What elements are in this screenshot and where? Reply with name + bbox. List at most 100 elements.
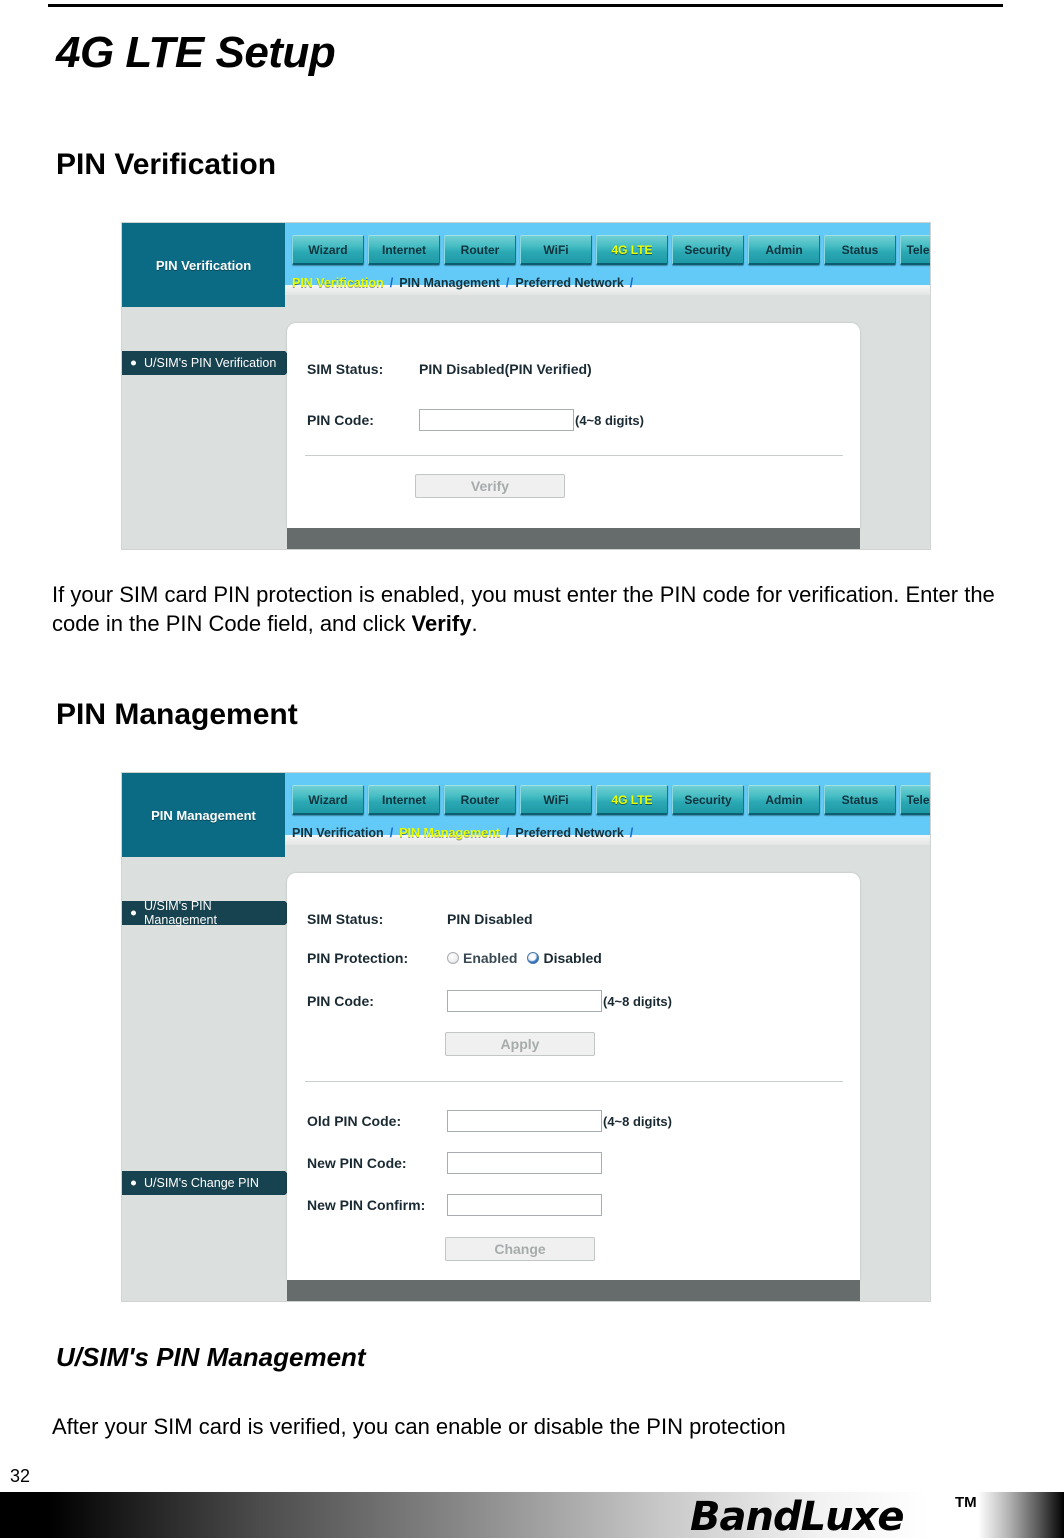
- radio-disabled-icon[interactable]: [527, 952, 540, 964]
- pin-code-hint: (4~8 digits): [575, 412, 644, 428]
- subnav-item-preferred-network[interactable]: Preferred Network: [515, 276, 623, 290]
- sim-status-row: SIM Status: PIN Disabled(PIN Verified): [307, 361, 592, 377]
- form-divider: [305, 1081, 843, 1082]
- section-heading-pin-verification: PIN Verification: [56, 148, 277, 181]
- bullet-icon: [131, 1180, 136, 1186]
- sim-status-label: SIM Status:: [307, 911, 384, 927]
- tab-admin[interactable]: Admin: [748, 235, 820, 265]
- document-page: 4G LTE Setup PIN Verification PIN Verifi…: [0, 0, 1064, 1540]
- subnav-item-preferred-network[interactable]: Preferred Network: [515, 826, 623, 840]
- tab-security[interactable]: Security: [672, 235, 744, 265]
- pin-code-row: PIN Code: (4~8 digits): [307, 990, 672, 1012]
- content-card: SIM Status: PIN Disabled PIN Protection:…: [287, 873, 860, 1280]
- pin-code-input[interactable]: [447, 990, 602, 1012]
- sidebar-item-usim-change-pin[interactable]: U/SIM's Change PIN: [122, 1171, 296, 1195]
- sim-status-row: SIM Status: PIN Disabled: [307, 911, 533, 927]
- router-ui-screenshot-pin-management: PIN Management Wizard Internet Router WiFi 4…: [121, 772, 931, 1302]
- pin-code-hint: (4~8 digits): [603, 993, 672, 1009]
- content-card: SIM Status: PIN Disabled(PIN Verified) P…: [287, 323, 860, 528]
- subnav-item-pin-verification[interactable]: PIN Verification: [292, 276, 384, 290]
- ui-page-title: PIN Verification: [155, 257, 252, 273]
- subnav-item-pin-management[interactable]: PIN Management: [399, 826, 500, 840]
- card-base-shadow: [287, 1280, 860, 1301]
- main-tab-bar[interactable]: Wizard Internet Router WiFi 4G LTE Security Ad…: [292, 235, 930, 265]
- radio-disabled-label: Disabled: [543, 950, 602, 966]
- tab-telephony[interactable]: Telephony: [900, 785, 930, 815]
- tab-security[interactable]: Security: [672, 785, 744, 815]
- sidebar: U/SIM's PIN Management U/SIM's Change PI…: [122, 857, 296, 1301]
- tab-4g-lte[interactable]: 4G LTE: [596, 235, 668, 265]
- radio-enabled-icon[interactable]: [447, 952, 459, 964]
- tab-label: Security: [684, 242, 732, 257]
- pin-code-input[interactable]: [419, 409, 574, 431]
- sidebar-item-usim-pin-verification[interactable]: U/SIM's PIN Verification: [122, 351, 296, 375]
- section-body-pin-verification: If your SIM card PIN protection is enabl…: [52, 580, 1012, 638]
- tab-label: Router: [460, 792, 500, 807]
- subnav-item-pin-management[interactable]: PIN Management: [399, 276, 500, 290]
- subnav-separator: /: [505, 826, 510, 840]
- old-pin-hint: (4~8 digits): [603, 1113, 672, 1129]
- radio-enabled-label: Enabled: [463, 950, 518, 966]
- tab-label: Security: [684, 792, 732, 807]
- new-pin-confirm-row: New PIN Confirm:: [307, 1194, 602, 1216]
- tab-internet[interactable]: Internet: [368, 785, 440, 815]
- tab-status[interactable]: Status: [824, 785, 896, 815]
- pin-protection-row: PIN Protection: Enabled Disabled: [307, 950, 602, 966]
- tab-label: Wizard: [308, 792, 348, 807]
- brand-logo: BandLuxe: [690, 1494, 904, 1540]
- tab-4g-lte[interactable]: 4G LTE: [596, 785, 668, 815]
- trademark-symbol: TM: [955, 1494, 977, 1511]
- pin-code-label: PIN Code:: [307, 993, 374, 1009]
- main-tab-bar[interactable]: Wizard Internet Router WiFi 4G LTE Security Ad…: [292, 785, 930, 815]
- sim-status-value: PIN Disabled: [447, 911, 533, 927]
- sidebar-item-label: U/SIM's PIN Verification: [144, 356, 277, 370]
- apply-button[interactable]: Apply: [445, 1032, 595, 1056]
- footer-gradient-bar-right: [978, 1492, 1064, 1538]
- tab-wifi[interactable]: WiFi: [520, 785, 592, 815]
- tab-wizard[interactable]: Wizard: [292, 235, 364, 265]
- tab-label: 4G LTE: [611, 242, 653, 257]
- sidebar-item-label: U/SIM's Change PIN: [144, 1176, 259, 1190]
- radio-disabled[interactable]: Disabled: [527, 950, 602, 966]
- ui-page-title-box: PIN Management: [122, 773, 285, 857]
- sub-nav-bar[interactable]: PIN Verification / PIN Management / Preferre…: [292, 271, 639, 295]
- old-pin-label: Old PIN Code:: [307, 1113, 402, 1129]
- change-button[interactable]: Change: [445, 1237, 595, 1261]
- tab-admin[interactable]: Admin: [748, 785, 820, 815]
- router-ui-screenshot-pin-verification: PIN Verification Wizard Internet Router WiF…: [121, 222, 931, 550]
- sub-nav-bar[interactable]: PIN Verification / PIN Management / Preferre…: [292, 821, 639, 845]
- new-pin-input[interactable]: [447, 1152, 602, 1174]
- tab-router[interactable]: Router: [444, 785, 516, 815]
- page-number: 32: [10, 1466, 31, 1486]
- tab-internet[interactable]: Internet: [368, 235, 440, 265]
- header-rule: [48, 4, 1003, 7]
- subnav-separator: /: [389, 276, 394, 290]
- tab-router[interactable]: Router: [444, 235, 516, 265]
- body-text-tail: .: [471, 611, 478, 636]
- new-pin-confirm-input[interactable]: [447, 1194, 602, 1216]
- tab-status[interactable]: Status: [824, 235, 896, 265]
- tab-label: WiFi: [543, 792, 569, 807]
- tab-wizard[interactable]: Wizard: [292, 785, 364, 815]
- sidebar-item-usim-pin-management[interactable]: U/SIM's PIN Management: [122, 899, 296, 927]
- tab-label: 4G LTE: [611, 792, 653, 807]
- tab-label: Status: [841, 242, 879, 257]
- subsection-heading-usim-pin-management: U/SIM's PIN Management: [56, 1342, 366, 1372]
- right-filler-panel: [859, 875, 930, 1301]
- tab-label: Wizard: [308, 242, 348, 257]
- new-pin-row: New PIN Code:: [307, 1152, 602, 1174]
- card-base-shadow: [287, 528, 860, 549]
- new-pin-confirm-label: New PIN Confirm:: [307, 1197, 426, 1213]
- new-pin-label: New PIN Code:: [307, 1155, 407, 1171]
- verify-button[interactable]: Verify: [415, 474, 565, 498]
- tab-label: Status: [841, 792, 879, 807]
- right-filler-panel: [859, 325, 930, 549]
- subnav-separator: /: [505, 276, 510, 290]
- tab-label: WiFi: [543, 242, 569, 257]
- subnav-item-pin-verification[interactable]: PIN Verification: [292, 826, 384, 840]
- tab-telephony[interactable]: Telephony: [900, 235, 930, 265]
- section-heading-pin-management: PIN Management: [56, 698, 298, 731]
- tab-wifi[interactable]: WiFi: [520, 235, 592, 265]
- radio-enabled[interactable]: Enabled: [447, 950, 517, 966]
- old-pin-input[interactable]: [447, 1110, 602, 1132]
